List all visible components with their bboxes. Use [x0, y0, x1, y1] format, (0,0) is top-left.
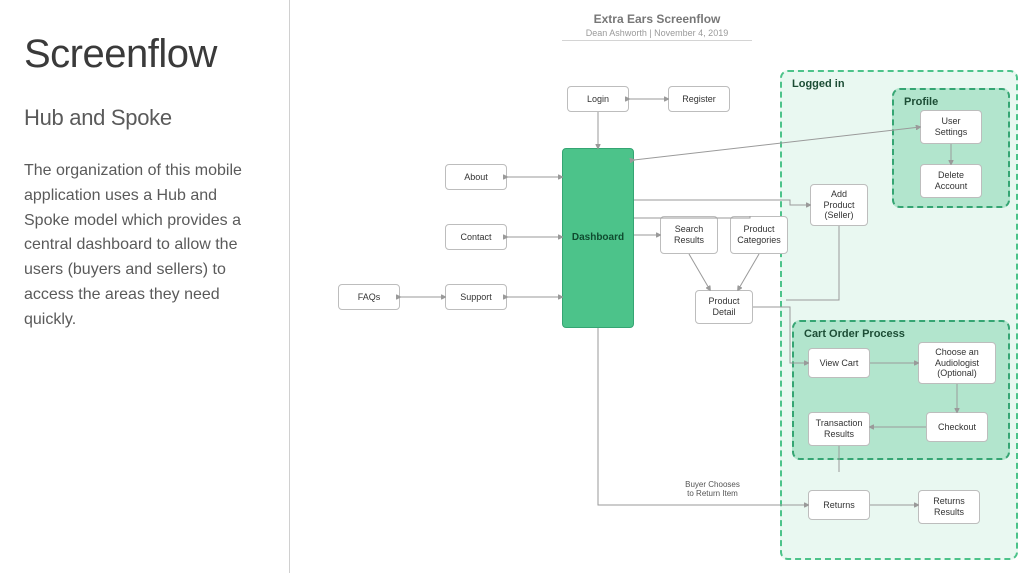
screenflow-diagram: Extra Ears Screenflow Dean Ashworth | No…	[290, 0, 1024, 573]
diagram-wires	[290, 0, 1024, 573]
page-title: Screenflow	[24, 32, 265, 77]
section-body: The organization of this mobile applicat…	[24, 159, 265, 333]
section-subtitle: Hub and Spoke	[24, 105, 265, 131]
